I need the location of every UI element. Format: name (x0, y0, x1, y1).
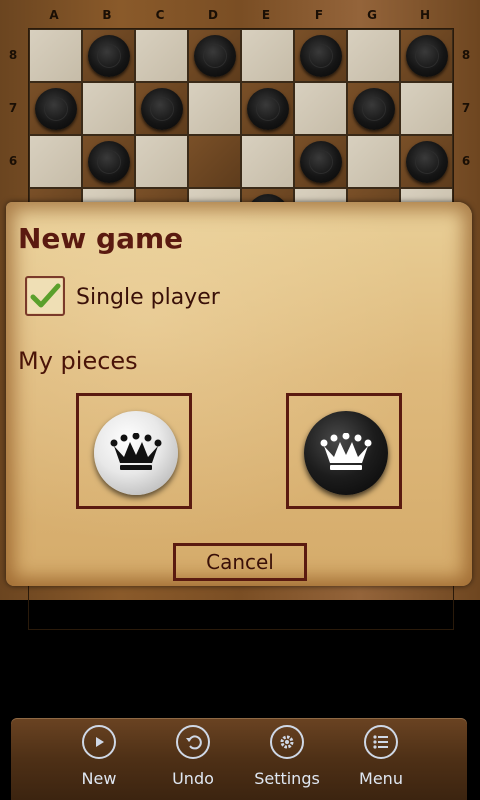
square-a8[interactable] (29, 29, 82, 82)
square-f7[interactable] (294, 82, 347, 135)
undo-button[interactable]: Undo (148, 718, 238, 800)
square-e7[interactable] (241, 82, 294, 135)
new-game-button[interactable]: New (54, 718, 144, 800)
black-piece[interactable] (194, 35, 236, 77)
crown-icon (320, 433, 372, 470)
black-piece[interactable] (300, 141, 342, 183)
gear-icon (270, 725, 304, 759)
square-h8[interactable] (400, 29, 453, 82)
black-pieces-option[interactable] (286, 393, 402, 509)
new-game-dialog: New game Single player My pieces Cancel (6, 202, 472, 586)
column-label-b: B (102, 8, 112, 22)
square-g8[interactable] (347, 29, 400, 82)
black-piece[interactable] (406, 35, 448, 77)
black-piece[interactable] (35, 88, 77, 130)
my-pieces-label: My pieces (18, 347, 138, 375)
column-label-a: A (49, 8, 59, 22)
square-e6[interactable] (241, 135, 294, 188)
black-king-piece (304, 411, 388, 495)
single-player-checkbox[interactable] (25, 276, 65, 316)
play-icon (82, 725, 116, 759)
column-label-d: D (208, 8, 218, 22)
row-label-6-right: 6 (461, 154, 471, 168)
row-label-7-right: 7 (461, 101, 471, 115)
black-piece[interactable] (406, 141, 448, 183)
square-c7[interactable] (135, 82, 188, 135)
column-label-e: E (261, 8, 271, 22)
menu-button[interactable]: Menu (336, 718, 426, 800)
square-b8[interactable] (82, 29, 135, 82)
column-label-g: G (367, 8, 377, 22)
square-b7[interactable] (82, 82, 135, 135)
single-player-label[interactable]: Single player (76, 285, 220, 310)
white-pieces-option[interactable] (76, 393, 192, 509)
row-label-6-left: 6 (8, 154, 18, 168)
row-label-8-left: 8 (8, 48, 18, 62)
undo-label: Undo (172, 769, 214, 788)
square-h7[interactable] (400, 82, 453, 135)
black-piece[interactable] (300, 35, 342, 77)
black-piece[interactable] (88, 141, 130, 183)
square-d6[interactable] (188, 135, 241, 188)
crown-icon (110, 433, 162, 470)
column-label-f: F (314, 8, 324, 22)
settings-button[interactable]: Settings (242, 718, 332, 800)
square-a7[interactable] (29, 82, 82, 135)
square-e8[interactable] (241, 29, 294, 82)
undo-icon (176, 725, 210, 759)
row-label-7-left: 7 (8, 101, 18, 115)
settings-label: Settings (254, 769, 320, 788)
square-g7[interactable] (347, 82, 400, 135)
square-d8[interactable] (188, 29, 241, 82)
column-label-h: H (419, 8, 431, 22)
square-d7[interactable] (188, 82, 241, 135)
square-c6[interactable] (135, 135, 188, 188)
black-piece[interactable] (141, 88, 183, 130)
list-icon (364, 725, 398, 759)
black-piece[interactable] (353, 88, 395, 130)
square-h6[interactable] (400, 135, 453, 188)
black-piece[interactable] (247, 88, 289, 130)
square-f6[interactable] (294, 135, 347, 188)
menu-label: Menu (359, 769, 403, 788)
row-label-8-right: 8 (461, 48, 471, 62)
cancel-button[interactable]: Cancel (173, 543, 307, 581)
square-g6[interactable] (347, 135, 400, 188)
white-king-piece (94, 411, 178, 495)
new-label: New (81, 769, 117, 788)
square-f8[interactable] (294, 29, 347, 82)
square-c8[interactable] (135, 29, 188, 82)
column-label-c: C (155, 8, 165, 22)
bottom-toolbar: New Undo Settings Menu (11, 718, 467, 800)
dialog-title: New game (18, 222, 184, 255)
square-b6[interactable] (82, 135, 135, 188)
checkmark-icon (30, 283, 61, 308)
square-a6[interactable] (29, 135, 82, 188)
black-piece[interactable] (88, 35, 130, 77)
